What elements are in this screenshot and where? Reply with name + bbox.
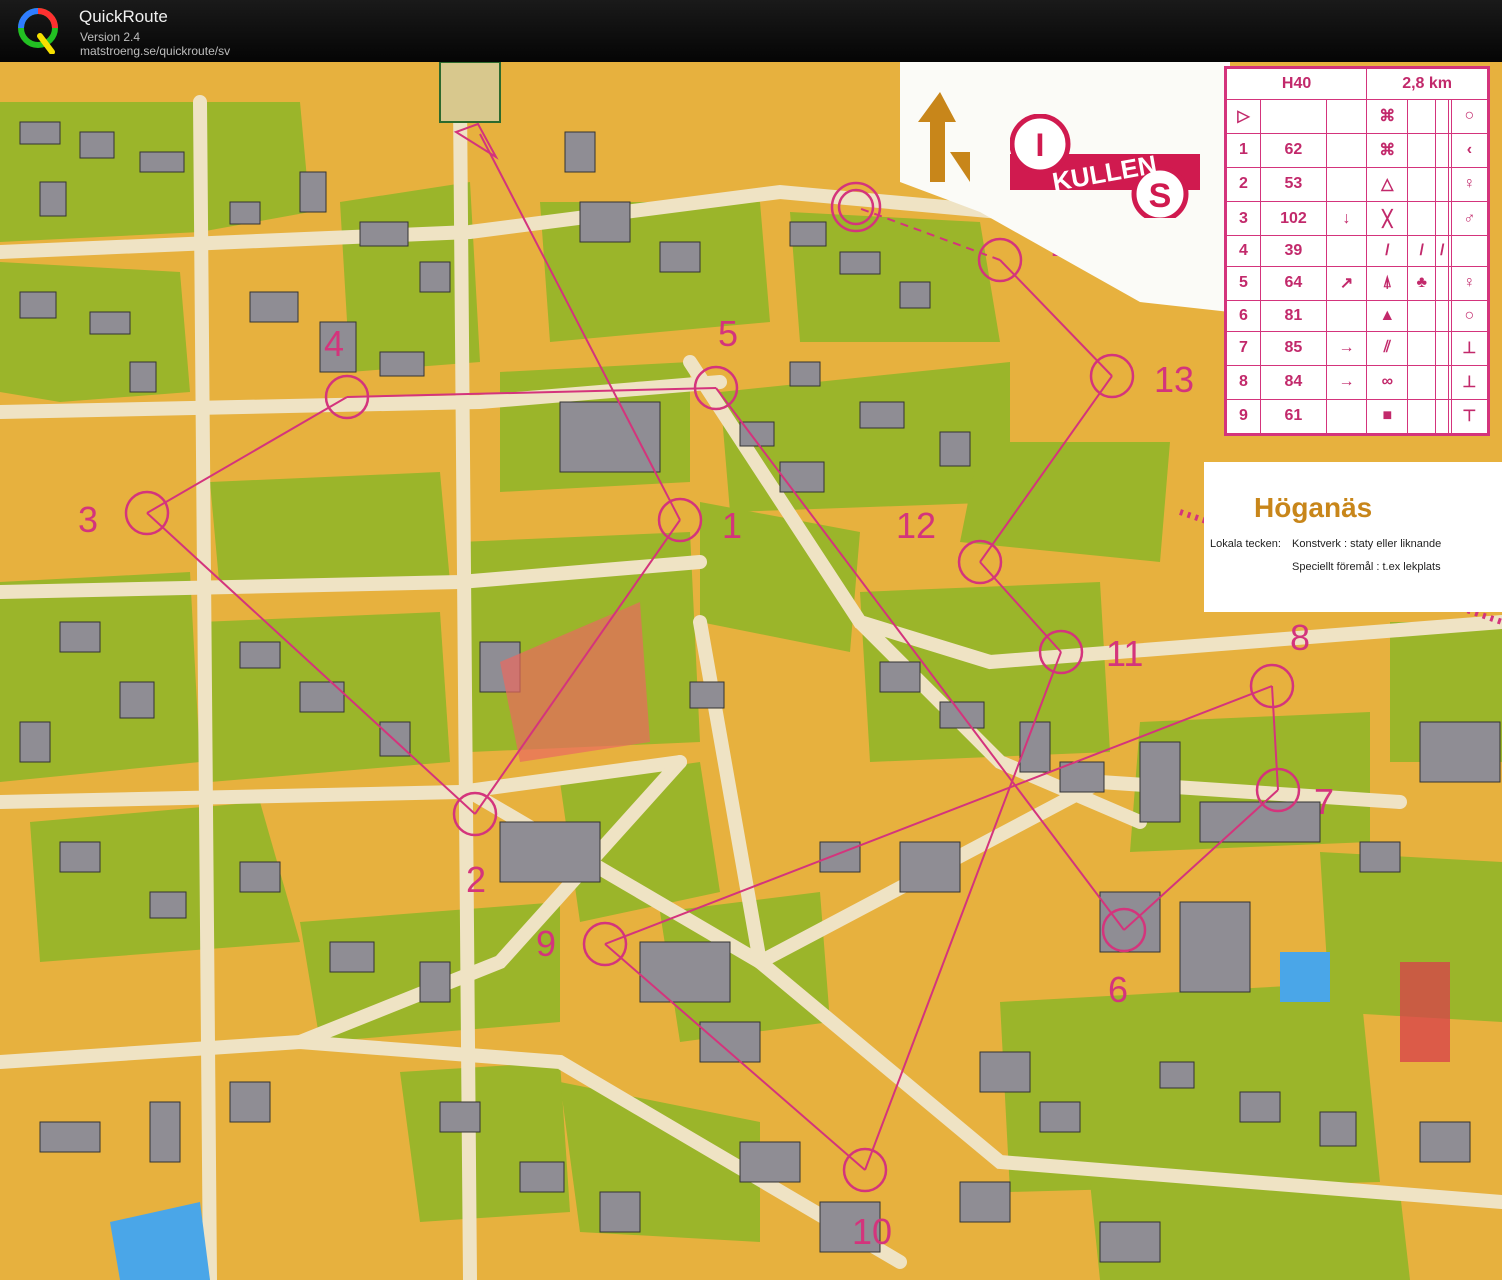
description-row: 1 62 ⌘ ‹ — [1226, 132, 1489, 168]
control-6-label: 6 — [1108, 969, 1128, 1010]
legend-special-object: Speciellt föremål : t.ex lekplats — [1292, 561, 1441, 573]
description-row: 2 53 △ ♀ — [1226, 166, 1489, 203]
orienteering-map[interactable]: 1 2 3 4 5 6 7 8 9 10 11 12 13 14 I — [0, 62, 1502, 1280]
app-title: QuickRoute — [79, 7, 168, 26]
club-logo: I S KULLEN — [1010, 114, 1200, 218]
control-13-label: 13 — [1154, 359, 1194, 400]
control-description-sheet: H40 2,8 km ▷ ⌘ ○ 1 62 ⌘ ‹ 2 53 △ ♀ 3 102 ↓ ╳ ♂ 4 39//… — [1224, 66, 1490, 436]
control-3-label: 3 — [78, 499, 98, 540]
course-length: 2,8 km — [1366, 68, 1488, 100]
app-url[interactable]: matstroeng.se/quickroute/sv — [80, 44, 230, 58]
description-row: 7 85 → ⫽ ⊥ — [1226, 330, 1489, 366]
description-row: 3 102 ↓ ╳ ♂ — [1226, 200, 1489, 237]
control-5-label: 5 — [718, 313, 738, 354]
title-bar: QuickRoute Version 2.4 matstroeng.se/qui… — [0, 0, 1502, 62]
description-row: 4 39// / — [1226, 235, 1489, 267]
description-row: 6 81 ▲ ○ — [1226, 299, 1489, 332]
control-12-label: 12 — [896, 505, 936, 546]
control-1-label: 1 — [722, 505, 742, 546]
svg-text:I: I — [1036, 127, 1045, 163]
map-legend: Höganäs Lokala tecken: Konstverk : staty… — [1204, 462, 1502, 612]
place-name: Höganäs — [1254, 492, 1373, 523]
control-11-label: 11 — [1106, 633, 1143, 674]
app-version: Version 2.4 — [80, 30, 141, 44]
quickroute-logo-icon — [18, 8, 58, 54]
control-7-label: 7 — [1314, 781, 1334, 822]
kullen-logo-icon: I S KULLEN — [1010, 114, 1200, 218]
control-10-label: 10 — [852, 1211, 892, 1252]
course-class: H40 — [1225, 68, 1368, 100]
control-8-label: 8 — [1290, 617, 1310, 658]
description-row: 5 64 ↗ ⍋ ♣ ♀ — [1226, 265, 1489, 301]
description-row: 9 61 ■ ⊤ — [1226, 398, 1489, 435]
control-2-label: 2 — [466, 859, 486, 900]
description-row: 8 84 → ∞ ⊥ — [1226, 364, 1489, 400]
control-9-label: 9 — [536, 923, 556, 964]
control-4-label: 4 — [324, 323, 344, 364]
legend-title: Lokala tecken: — [1210, 538, 1281, 550]
legend-statue: Konstverk : staty eller liknande — [1292, 538, 1442, 550]
svg-text:S: S — [1149, 177, 1172, 215]
